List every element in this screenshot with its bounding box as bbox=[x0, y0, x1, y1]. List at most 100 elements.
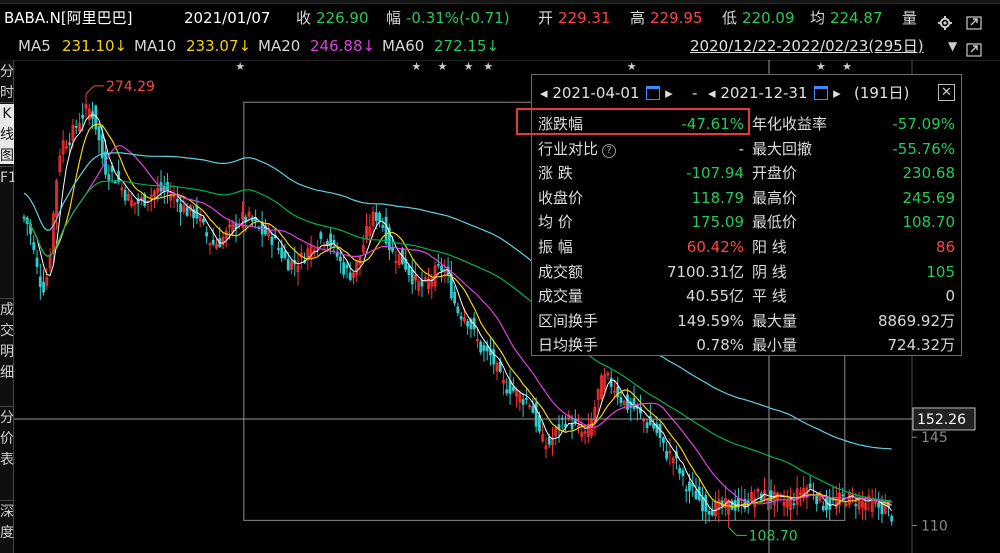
caret-down-icon[interactable]: ▼ bbox=[948, 33, 957, 59]
candle-body bbox=[420, 279, 424, 287]
ma-legend: MA5 231.10↓ MA10 233.07↓ MA20 246.88↓ MA… bbox=[0, 33, 1000, 59]
candle-body bbox=[661, 437, 665, 443]
tab-timeshare[interactable]: 分时图 bbox=[0, 62, 14, 100]
candle bbox=[267, 224, 271, 241]
stat-label: 涨 跌 bbox=[538, 164, 573, 183]
candle bbox=[678, 464, 682, 480]
stat-label: 年化收益率 bbox=[752, 115, 828, 133]
candle bbox=[554, 425, 558, 446]
candle bbox=[564, 415, 567, 433]
candle-body bbox=[280, 247, 284, 259]
candle bbox=[61, 130, 65, 164]
candle bbox=[528, 402, 532, 410]
candle bbox=[789, 487, 793, 521]
candle bbox=[808, 475, 812, 490]
stats-row: 涨 跌 -107.94 开盘价 230.68 bbox=[532, 161, 963, 185]
candle-body bbox=[407, 265, 411, 276]
candle-body bbox=[854, 504, 858, 507]
candle bbox=[864, 495, 868, 521]
candle bbox=[710, 500, 714, 517]
candle bbox=[48, 248, 52, 273]
candle bbox=[78, 112, 81, 134]
candle bbox=[606, 371, 610, 381]
candle-body bbox=[505, 389, 509, 394]
candle bbox=[661, 436, 665, 452]
stat-label: 成交额 bbox=[538, 262, 584, 281]
candle bbox=[795, 475, 799, 516]
candle-body bbox=[440, 265, 443, 272]
end-date-field[interactable]: ◂ 2021-12-31 ▸ bbox=[708, 81, 841, 105]
candle-body bbox=[107, 174, 111, 181]
candle bbox=[821, 501, 825, 512]
stat-value: 86 bbox=[935, 238, 955, 256]
candle bbox=[192, 205, 196, 229]
next-arrow-icon[interactable]: ▸ bbox=[833, 84, 841, 102]
close-icon[interactable]: ✕ bbox=[938, 84, 955, 101]
candle bbox=[319, 230, 323, 245]
calendar-icon[interactable] bbox=[814, 86, 829, 100]
candle-body bbox=[570, 423, 574, 430]
divider bbox=[0, 166, 14, 167]
candle bbox=[802, 476, 806, 503]
candle-body bbox=[684, 489, 688, 492]
tab-trade-detail[interactable]: 成交明细 bbox=[0, 300, 14, 404]
stat-value: 0.78% bbox=[696, 336, 744, 355]
gear-icon[interactable] bbox=[938, 11, 952, 30]
candle bbox=[87, 103, 91, 126]
close-label: 收 bbox=[296, 9, 312, 27]
prev-arrow-icon[interactable]: ◂ bbox=[708, 84, 716, 102]
prev-arrow-icon[interactable]: ◂ bbox=[540, 84, 548, 102]
candle bbox=[616, 377, 620, 406]
candle bbox=[241, 201, 244, 229]
candle bbox=[414, 262, 417, 290]
candle bbox=[136, 193, 140, 217]
candle-body bbox=[479, 341, 483, 353]
stat-value: 8869.92万 bbox=[877, 311, 955, 330]
candle-body bbox=[286, 258, 290, 271]
candle-body bbox=[645, 422, 649, 429]
stat-label: 最小量 bbox=[752, 336, 798, 355]
tab-kline[interactable]: K线图 bbox=[0, 104, 14, 164]
popout-icon[interactable] bbox=[966, 11, 982, 30]
candle bbox=[290, 259, 293, 275]
candle bbox=[609, 370, 613, 394]
candle bbox=[769, 479, 773, 510]
calendar-icon[interactable] bbox=[646, 86, 661, 100]
candle bbox=[179, 196, 182, 226]
candle bbox=[583, 429, 587, 445]
tab-price-table[interactable]: 分价表 bbox=[0, 408, 14, 498]
candle bbox=[560, 414, 564, 430]
candle bbox=[126, 190, 130, 202]
event-star-icon: ★ bbox=[438, 60, 448, 73]
date-range-selector[interactable]: 2020/12/22-2022/02/23(295日) bbox=[690, 33, 924, 59]
help-icon[interactable]: ? bbox=[602, 143, 617, 158]
candle-body bbox=[707, 511, 711, 515]
popout-icon-2[interactable] bbox=[966, 39, 982, 57]
stat-value: 105 bbox=[926, 262, 955, 281]
low-label: 低 bbox=[722, 9, 738, 27]
start-date-field[interactable]: ◂ 2021-04-01 ▸ bbox=[540, 81, 673, 105]
candle bbox=[250, 215, 254, 228]
next-arrow-icon[interactable]: ▸ bbox=[665, 84, 673, 102]
tab-depth[interactable]: 深度 bbox=[0, 502, 14, 552]
candle-body bbox=[42, 282, 45, 293]
candle-body bbox=[511, 386, 515, 391]
stock-symbol[interactable]: BABA.N[阿里巴巴] bbox=[4, 4, 133, 32]
candle bbox=[668, 438, 672, 466]
candle-body bbox=[521, 399, 525, 405]
candle bbox=[492, 339, 496, 375]
high-annotation: 274.29 bbox=[106, 79, 155, 95]
candle bbox=[384, 208, 388, 248]
candle-body bbox=[825, 497, 828, 511]
candle-body bbox=[547, 436, 551, 445]
stats-row: 收盘价 118.79 最高价 245.69 bbox=[532, 186, 963, 210]
open-value: 229.31 bbox=[558, 9, 611, 27]
candle bbox=[763, 477, 766, 503]
candle bbox=[642, 417, 646, 433]
candle bbox=[860, 491, 864, 520]
candle bbox=[671, 455, 675, 476]
candle bbox=[730, 498, 734, 511]
candle bbox=[29, 219, 32, 245]
tab-f10[interactable]: F10 bbox=[0, 168, 14, 296]
candle-body bbox=[205, 232, 209, 237]
